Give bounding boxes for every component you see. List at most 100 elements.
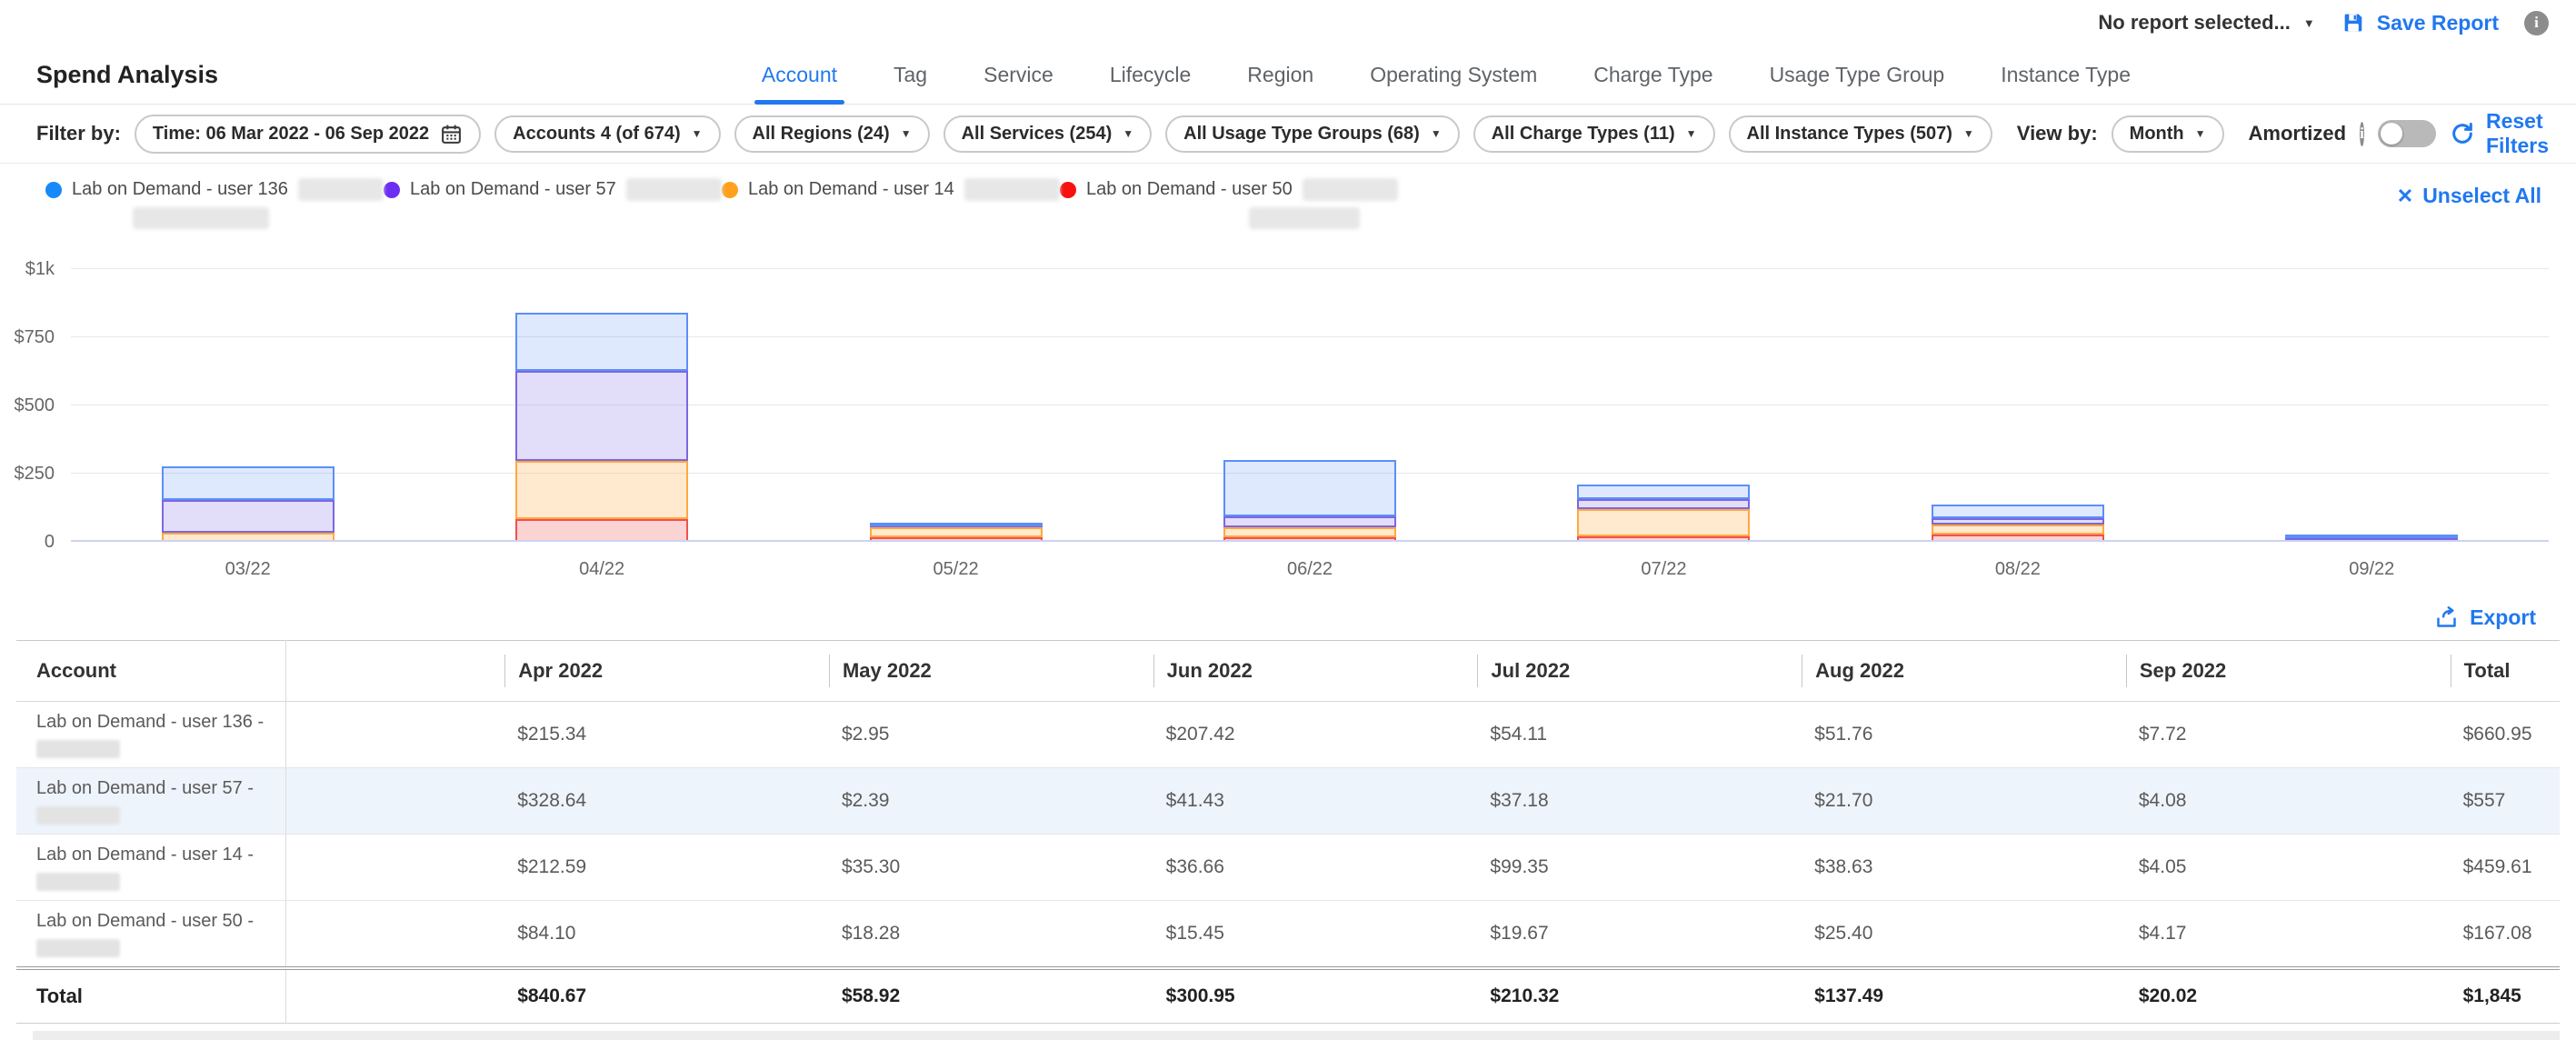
legend-dot — [45, 182, 62, 198]
legend-label: Lab on Demand - user 50 — [1086, 179, 1293, 200]
filter-pill-accounts-4-of-674[interactable]: Accounts 4 (of 674)▼ — [494, 115, 720, 153]
filter-pill-all-charge-types-11[interactable]: All Charge Types (11)▼ — [1473, 115, 1715, 153]
column-header-aug-2022: Aug 2022 — [1802, 641, 2126, 702]
y-axis-tick: $250 — [0, 464, 55, 485]
value-cell: $37.18 — [1477, 768, 1802, 835]
bar-segment-08-22-lab-on-demand-user-14[interactable] — [1932, 525, 2104, 535]
bar-segment-08-22-lab-on-demand-user-136[interactable] — [1932, 505, 2104, 519]
tab-operating-system[interactable]: Operating System — [1370, 45, 1537, 104]
horizontal-scrollbar[interactable] — [33, 1031, 2560, 1040]
redacted-text — [36, 939, 120, 957]
export-button[interactable]: Export — [2434, 605, 2536, 630]
value-cell: $459.61 — [2451, 835, 2560, 901]
legend-item-lab-on-demand-user-50[interactable]: Lab on Demand - user 50 — [1060, 178, 1398, 234]
unselect-all-label: Unselect All — [2422, 184, 2541, 208]
bar-segment-04-22-lab-on-demand-user-14[interactable] — [515, 461, 688, 519]
account-name: Lab on Demand - user 57 - — [36, 777, 285, 800]
filter-pills: Time: 06 Mar 2022 - 06 Sep 2022 Accounts … — [135, 115, 1992, 154]
legend-item-lab-on-demand-user-14[interactable]: Lab on Demand - user 14 — [722, 178, 1060, 234]
spend-analysis-page: { "topbar": { "report_selector": "No rep… — [0, 0, 2576, 989]
bar-segment-08-22-lab-on-demand-user-57[interactable] — [1932, 518, 2104, 525]
bar-segment-05-22-lab-on-demand-user-136[interactable] — [870, 523, 1043, 526]
value-cell: $54.11 — [1477, 702, 1802, 768]
report-selector-dropdown[interactable]: No report selected... ▼ — [2098, 11, 2314, 35]
value-cell: $2.39 — [829, 768, 1153, 835]
close-icon: ✕ — [2397, 185, 2413, 208]
tab-charge-type[interactable]: Charge Type — [1593, 45, 1712, 104]
legend-label: Lab on Demand - user 14 — [748, 179, 954, 200]
spend-chart: $1k$750$500$250003/2204/2205/2206/2207/2… — [0, 255, 2576, 595]
total-value-cell: $137.49 — [1802, 968, 2126, 1024]
bar-segment-03-22-lab-on-demand-user-136[interactable] — [162, 466, 334, 499]
tab-region[interactable]: Region — [1247, 45, 1313, 104]
tab-account[interactable]: Account — [762, 45, 837, 104]
bar-segment-07-22-lab-on-demand-user-136[interactable] — [1577, 485, 1750, 499]
save-report-label: Save Report — [2377, 11, 2499, 35]
filter-by-label: Filter by: — [36, 122, 121, 145]
total-value-cell: $58.92 — [829, 968, 1153, 1024]
unselect-all-button[interactable]: ✕ Unselect All — [2397, 184, 2541, 208]
filter-pill-label: All Usage Type Groups (68) — [1183, 124, 1420, 145]
total-value-cell: $840.67 — [504, 968, 829, 1024]
gridline — [71, 336, 2549, 337]
amortized-toggle[interactable] — [2378, 120, 2436, 147]
spacer-cell — [286, 968, 505, 1024]
legend-item-lab-on-demand-user-57[interactable]: Lab on Demand - user 57 — [384, 178, 722, 234]
bar-segment-04-22-lab-on-demand-user-57[interactable] — [515, 371, 688, 461]
filter-pill-all-usage-type-groups-68[interactable]: All Usage Type Groups (68)▼ — [1165, 115, 1460, 153]
bar-segment-09-22-lab-on-demand-user-136[interactable] — [2285, 535, 2458, 538]
export-label: Export — [2470, 605, 2536, 630]
value-cell: $38.63 — [1802, 835, 2126, 901]
legend-item-lab-on-demand-user-136[interactable]: Lab on Demand - user 136 — [45, 178, 384, 234]
value-cell: $21.70 — [1802, 768, 2126, 835]
tab-lifecycle[interactable]: Lifecycle — [1110, 45, 1191, 104]
report-selector-value: No report selected... — [2098, 11, 2291, 35]
tab-instance-type[interactable]: Instance Type — [2001, 45, 2131, 104]
column-header-account: Account — [16, 641, 286, 702]
bar-segment-07-22-lab-on-demand-user-57[interactable] — [1577, 499, 1750, 509]
value-cell: $207.42 — [1153, 702, 1478, 768]
legend-dot — [1060, 182, 1076, 198]
value-cell: $99.35 — [1477, 835, 1802, 901]
redacted-text — [626, 178, 722, 201]
account-name: Lab on Demand - user 50 - — [36, 910, 285, 933]
tab-service[interactable]: Service — [983, 45, 1053, 104]
chevron-down-icon: ▼ — [1686, 128, 1697, 139]
save-report-button[interactable]: Save Report — [2341, 10, 2499, 35]
total-label-cell: Total — [16, 968, 286, 1024]
page-title: Spend Analysis — [36, 61, 218, 89]
tab-tag[interactable]: Tag — [894, 45, 927, 104]
redacted-text — [964, 178, 1060, 201]
filter-pill-all-services-254[interactable]: All Services (254)▼ — [944, 115, 1153, 153]
bar-segment-06-22-lab-on-demand-user-57[interactable] — [1223, 516, 1396, 527]
export-icon — [2434, 605, 2459, 630]
bar-segment-03-22-lab-on-demand-user-57[interactable] — [162, 500, 334, 533]
filter-pill-all-regions-24[interactable]: All Regions (24)▼ — [734, 115, 930, 153]
account-cell: Lab on Demand - user 50 - — [16, 901, 286, 969]
reset-filters-button[interactable]: Reset Filters — [2450, 109, 2549, 158]
bar-segment-06-22-lab-on-demand-user-136[interactable] — [1223, 460, 1396, 516]
bar-segment-06-22-lab-on-demand-user-14[interactable] — [1223, 527, 1396, 537]
tab-usage-type-group[interactable]: Usage Type Group — [1770, 45, 1945, 104]
table-row: Lab on Demand - user 50 -$84.10$18.28$15… — [16, 901, 2560, 969]
value-cell: $212.59 — [504, 835, 829, 901]
amortized-info-icon[interactable]: i — [2360, 122, 2364, 146]
filter-pill-time-06-mar-2022-06-sep-2022[interactable]: Time: 06 Mar 2022 - 06 Sep 2022 — [135, 115, 481, 154]
bar-segment-04-22-lab-on-demand-user-50[interactable] — [515, 519, 688, 542]
bar-segment-07-22-lab-on-demand-user-14[interactable] — [1577, 509, 1750, 536]
view-by-dropdown[interactable]: Month ▼ — [2112, 115, 2224, 153]
value-cell: $4.17 — [2126, 901, 2451, 969]
info-icon[interactable]: i — [2524, 11, 2549, 35]
y-axis-tick: 0 — [0, 532, 55, 553]
view-by-label: View by: — [2017, 122, 2098, 145]
filter-pill-label: Time: 06 Mar 2022 - 06 Sep 2022 — [153, 124, 429, 145]
filter-pill-label: Accounts 4 (of 674) — [513, 124, 680, 145]
reset-filters-label: Reset Filters — [2486, 109, 2549, 158]
total-value-cell: $210.32 — [1477, 968, 1802, 1024]
table-wrap: AccountApr 2022May 2022Jun 2022Jul 2022A… — [0, 640, 2576, 1040]
filter-pill-all-instance-types-507[interactable]: All Instance Types (507)▼ — [1729, 115, 1992, 153]
bar-segment-04-22-lab-on-demand-user-136[interactable] — [515, 313, 688, 372]
bar-segment-05-22-lab-on-demand-user-14[interactable] — [870, 527, 1043, 537]
tab-bar: Account Tag Service Lifecycle Region Operatin… — [762, 45, 2131, 104]
total-value-cell: $1,845 — [2451, 968, 2560, 1024]
